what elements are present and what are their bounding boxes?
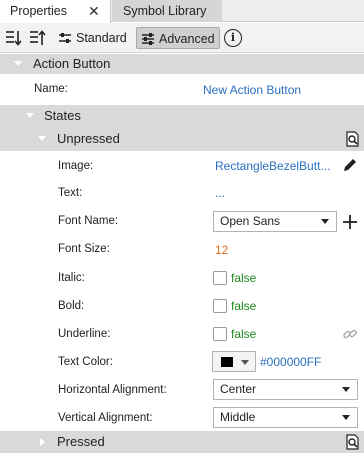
chevron-down-icon [26,113,34,118]
pressed-section-header[interactable]: Pressed [0,431,364,453]
underline-label: Underline: [58,328,111,340]
color-swatch [221,357,233,367]
chevron-down-icon [14,61,22,66]
chevron-down-icon [241,360,249,365]
font-name-select[interactable]: Open Sans [213,211,337,232]
name-value[interactable]: New Action Button [203,83,301,97]
name-row: Name: New Action Button [0,75,364,103]
tab-bar: Properties ✕ Symbol Library [0,0,364,23]
horizontal-alignment-select[interactable]: Center [213,379,358,400]
horizontal-alignment-value: Center [220,382,257,396]
font-name-row: Font Name: Open Sans [0,208,364,236]
info-icon[interactable]: i [224,29,242,47]
tab-symbol-library-label: Symbol Library [123,4,207,18]
font-name-value: Open Sans [220,214,281,228]
sliders-icon [142,33,154,45]
text-color-row: Text Color: #000000FF [0,348,364,376]
bold-row: Bold: false [0,292,364,320]
standard-label: Standard [76,31,127,45]
text-row: Text: ... [0,180,364,208]
vertical-alignment-select[interactable]: Middle [213,407,358,428]
tab-properties-label: Properties [10,4,67,18]
pressed-title: Pressed [57,434,105,449]
font-size-row: Font Size: 12 [0,236,364,264]
close-icon[interactable]: ✕ [88,0,100,22]
chevron-down-icon [342,387,350,392]
sliders-icon [59,33,71,43]
document-search-icon[interactable] [346,131,361,147]
italic-value: false [231,271,257,285]
unpressed-section-header[interactable]: Unpressed [0,127,364,151]
font-name-label: Font Name: [58,215,119,227]
image-row: Image: RectangleBezelButt... [0,152,364,180]
chevron-down-icon [342,415,350,420]
underline-row: Underline: false [0,320,364,348]
chevron-down-icon [321,219,329,224]
action-button-section-header[interactable]: Action Button [0,54,364,74]
underline-checkbox[interactable] [213,327,227,341]
sort-descending-icon[interactable] [28,29,46,47]
vertical-alignment-row: Vertical Alignment: Middle [0,404,364,432]
bold-checkbox[interactable] [213,299,227,313]
toolbar: Standard Advanced i [0,23,364,53]
unpressed-title: Unpressed [57,131,120,146]
sort-ascending-icon[interactable] [4,29,22,47]
advanced-label: Advanced [159,32,215,46]
plus-icon[interactable] [342,214,358,230]
pencil-icon[interactable] [342,157,358,173]
chevron-down-icon [38,136,46,141]
font-size-label: Font Size: [58,243,110,255]
document-search-icon[interactable] [346,434,361,450]
link-icon[interactable] [342,326,358,342]
vertical-alignment-label: Vertical Alignment: [58,412,153,424]
text-color-label: Text Color: [58,356,113,368]
italic-row: Italic: false [0,264,364,292]
bold-value: false [231,299,257,313]
section-title: Action Button [33,56,111,71]
font-size-value[interactable]: 12 [215,243,228,257]
standard-button[interactable]: Standard [54,27,134,49]
bold-label: Bold: [58,300,85,312]
text-value[interactable]: ... [215,186,225,200]
italic-label: Italic: [58,272,85,284]
text-label: Text: [58,187,83,199]
chevron-right-icon [40,438,45,446]
text-color-value[interactable]: #000000FF [260,355,321,369]
advanced-button[interactable]: Advanced [136,27,220,49]
horizontal-alignment-row: Horizontal Alignment: Center [0,376,364,404]
underline-value: false [231,327,257,341]
vertical-alignment-value: Middle [220,410,256,424]
tab-properties[interactable]: Properties ✕ [0,0,111,23]
color-picker[interactable] [212,351,256,372]
tab-symbol-library[interactable]: Symbol Library [112,0,222,22]
states-section-header[interactable]: States [0,105,364,127]
name-label: Name: [34,83,68,95]
image-value[interactable]: RectangleBezelButt... [215,159,330,173]
horizontal-alignment-label: Horizontal Alignment: [58,384,167,396]
italic-checkbox[interactable] [213,271,227,285]
states-title: States [44,108,81,123]
image-label: Image: [58,160,94,172]
